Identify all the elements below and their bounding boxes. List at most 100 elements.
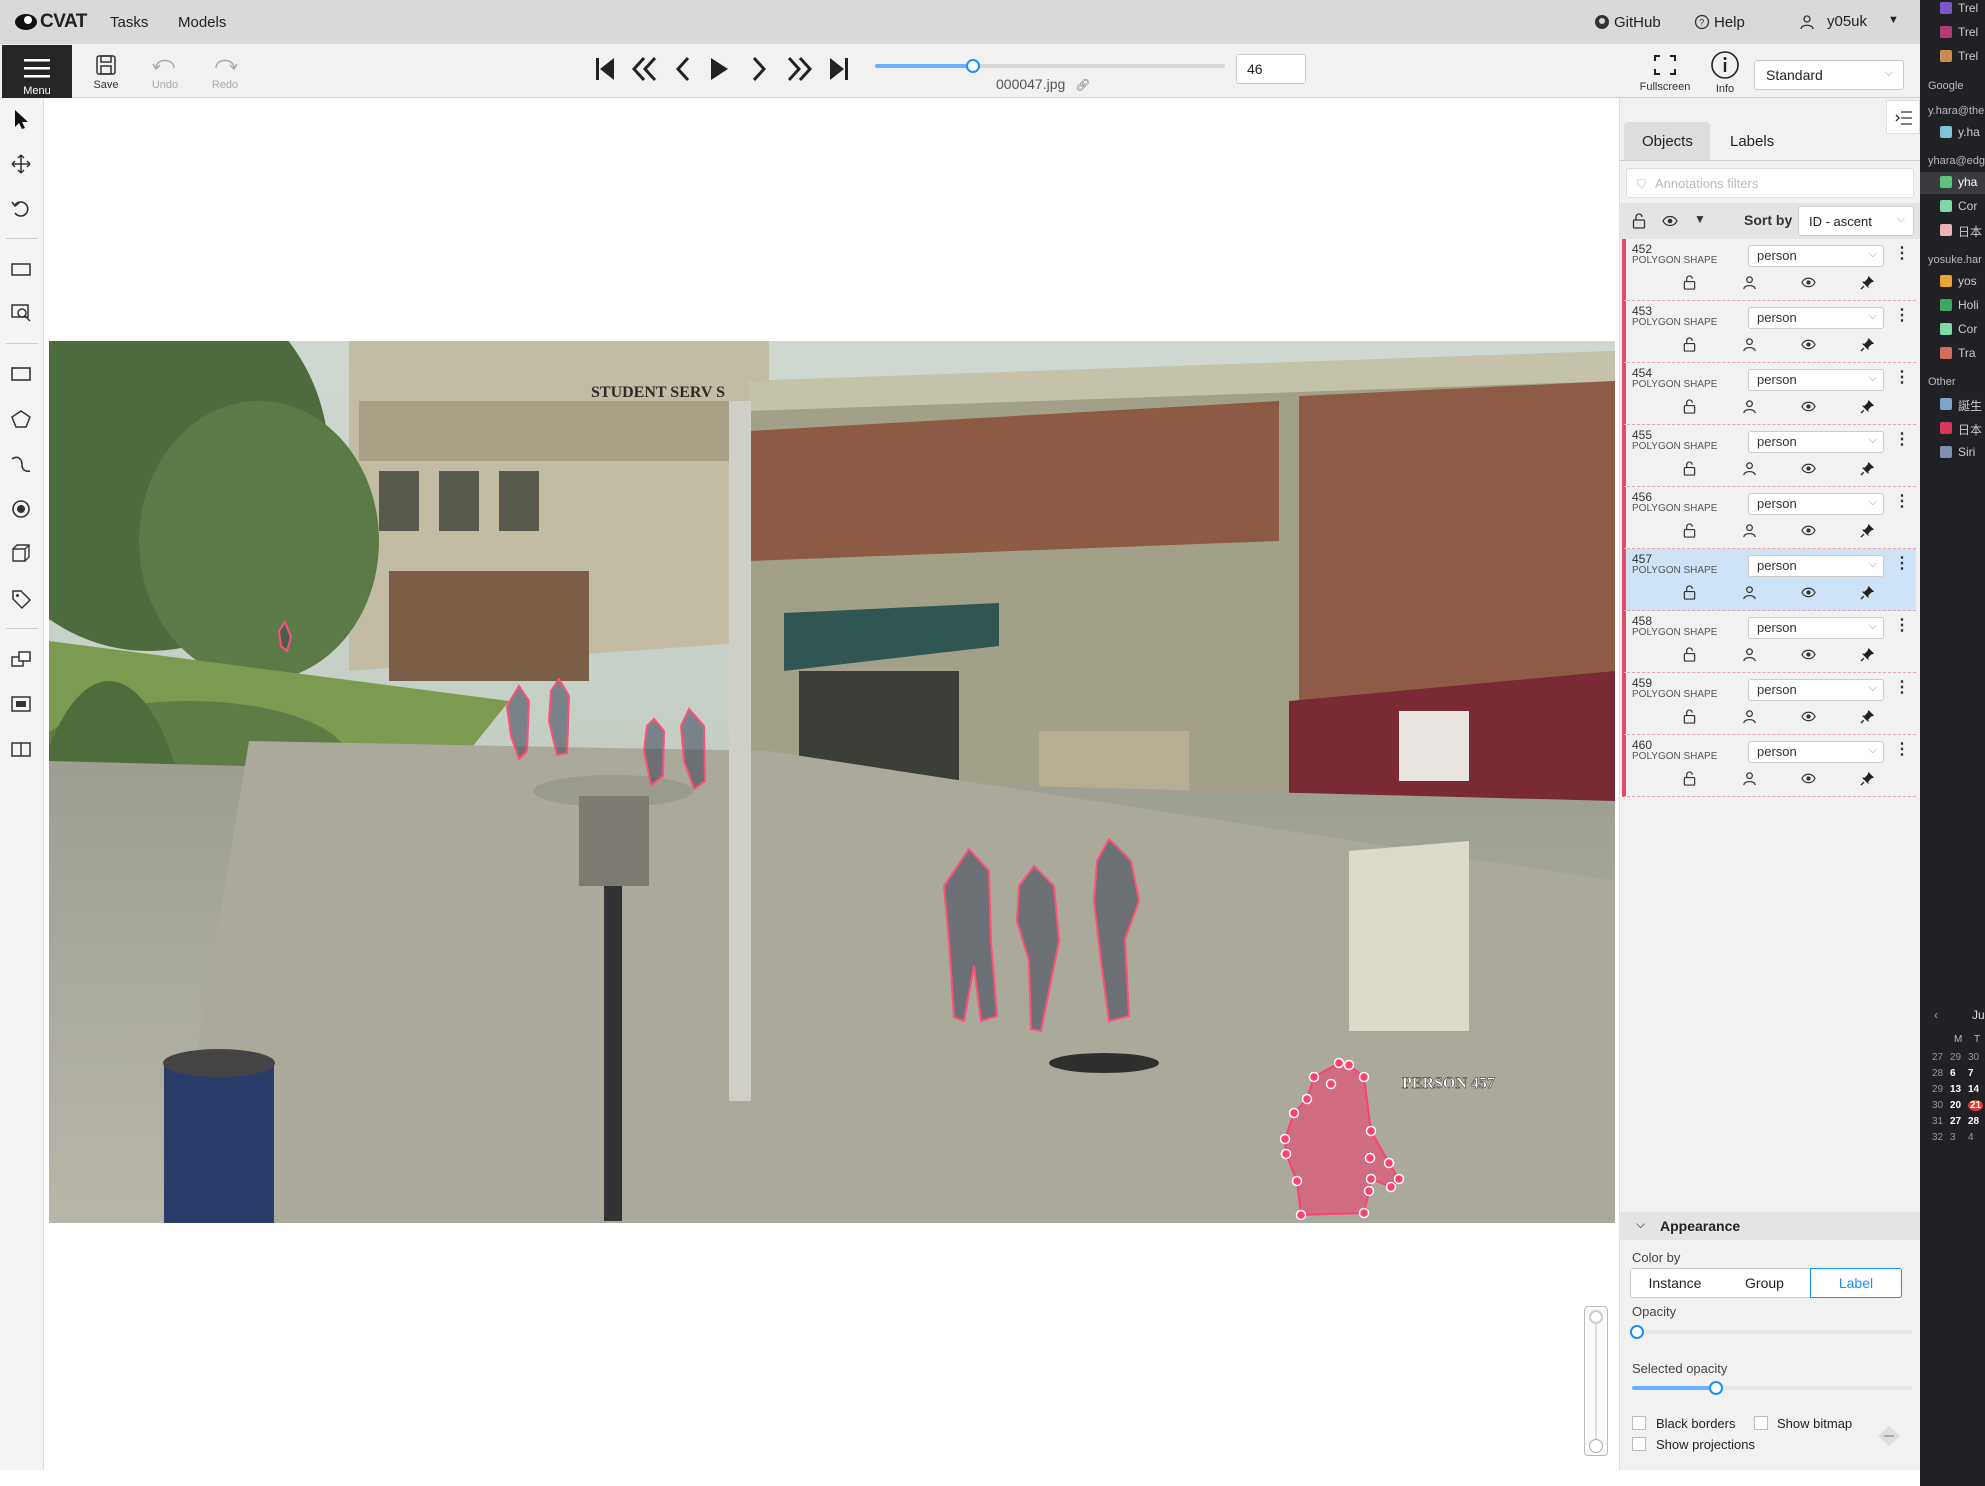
object-item[interactable]: 452 POLYGON SHAPE person ⌵ ⋮: [1622, 239, 1916, 301]
pin-icon[interactable]: [1860, 709, 1876, 725]
frame-number-input[interactable]: 46: [1236, 54, 1306, 84]
calendar-day[interactable]: 30: [1968, 1052, 1979, 1063]
occluded-user-icon[interactable]: [1742, 585, 1758, 601]
calendar-day[interactable]: 20: [1950, 1100, 1961, 1111]
zoom-handle[interactable]: [1589, 1310, 1603, 1324]
eye-all-icon[interactable]: [1662, 214, 1678, 228]
lock-icon[interactable]: [1682, 399, 1698, 415]
object-item[interactable]: 459 POLYGON SHAPE person ⌵ ⋮: [1622, 673, 1916, 735]
pin-icon[interactable]: [1860, 275, 1876, 291]
show-bitmap-checkbox[interactable]: [1754, 1416, 1768, 1430]
calendar-day[interactable]: 27: [1950, 1116, 1961, 1127]
tab-labels[interactable]: Labels: [1714, 122, 1800, 160]
checkbox[interactable]: [1940, 2, 1952, 14]
fast-backward-icon[interactable]: [630, 56, 658, 82]
lock-icon[interactable]: [1682, 523, 1698, 539]
opacity-handle[interactable]: [1630, 1325, 1644, 1339]
calendar-day[interactable]: 21: [1968, 1100, 1984, 1111]
move-tool[interactable]: [10, 153, 34, 177]
more-vertical-icon[interactable]: ⋮: [1894, 677, 1910, 697]
tab-objects[interactable]: Objects: [1624, 122, 1710, 160]
fast-forward-icon[interactable]: [786, 56, 814, 82]
merge-tool[interactable]: [10, 648, 34, 672]
checkbox[interactable]: [1940, 347, 1952, 359]
play-icon[interactable]: [708, 56, 730, 82]
lock-icon[interactable]: [1682, 275, 1698, 291]
object-label-select[interactable]: person ⌵: [1748, 741, 1884, 763]
checkbox[interactable]: [1940, 446, 1952, 458]
more-vertical-icon[interactable]: ⋮: [1894, 367, 1910, 387]
nav-tasks[interactable]: Tasks: [110, 14, 148, 31]
occluded-user-icon[interactable]: [1742, 399, 1758, 415]
lock-icon[interactable]: [1682, 461, 1698, 477]
more-vertical-icon[interactable]: ⋮: [1894, 615, 1910, 635]
undo-button[interactable]: Undo: [149, 54, 181, 91]
feedback-icon[interactable]: [1876, 1424, 1902, 1448]
occluded-user-icon[interactable]: [1742, 275, 1758, 291]
menu-button[interactable]: Menu: [2, 45, 72, 98]
unlock-all-icon[interactable]: [1632, 213, 1646, 229]
occluded-user-icon[interactable]: [1742, 523, 1758, 539]
color-by-group[interactable]: Group: [1719, 1268, 1811, 1298]
more-vertical-icon[interactable]: ⋮: [1894, 429, 1910, 449]
nav-models[interactable]: Models: [178, 14, 226, 31]
checkbox[interactable]: [1940, 323, 1952, 335]
eye-icon[interactable]: [1801, 275, 1817, 291]
object-label-select[interactable]: person ⌵: [1748, 555, 1884, 577]
more-vertical-icon[interactable]: ⋮: [1894, 553, 1910, 573]
calendar-day[interactable]: 3: [1950, 1132, 1956, 1143]
checkbox[interactable]: [1940, 398, 1952, 410]
selected-opacity-handle[interactable]: [1709, 1381, 1723, 1395]
object-item[interactable]: 456 POLYGON SHAPE person ⌵ ⋮: [1622, 487, 1916, 549]
object-item[interactable]: 460 POLYGON SHAPE person ⌵ ⋮: [1622, 735, 1916, 797]
checkbox[interactable]: [1940, 299, 1952, 311]
draw-points-tool[interactable]: [10, 498, 34, 522]
checkbox[interactable]: [1940, 224, 1952, 236]
more-vertical-icon[interactable]: ⋮: [1894, 243, 1910, 263]
pin-icon[interactable]: [1860, 337, 1876, 353]
cursor-tool[interactable]: [10, 108, 34, 132]
object-item[interactable]: 455 POLYGON SHAPE person ⌵ ⋮: [1622, 425, 1916, 487]
pin-icon[interactable]: [1860, 461, 1876, 477]
fit-tool[interactable]: [10, 258, 34, 282]
checkbox[interactable]: [1940, 126, 1952, 138]
more-vertical-icon[interactable]: ⋮: [1894, 305, 1910, 325]
checkbox[interactable]: [1940, 422, 1952, 434]
lock-icon[interactable]: [1682, 771, 1698, 787]
sort-select[interactable]: ID - ascent ⌵: [1798, 206, 1914, 236]
checkbox[interactable]: [1940, 200, 1952, 212]
object-label-select[interactable]: person ⌵: [1748, 307, 1884, 329]
redo-button[interactable]: Redo: [209, 54, 241, 91]
black-borders-checkbox[interactable]: [1632, 1416, 1646, 1430]
calendar-day[interactable]: 4: [1968, 1132, 1974, 1143]
workspace-select[interactable]: Standard ⌵: [1754, 60, 1904, 90]
object-label-select[interactable]: person ⌵: [1748, 679, 1884, 701]
calendar-day[interactable]: 14: [1968, 1084, 1979, 1095]
chevron-left-icon[interactable]: ‹: [1934, 1008, 1938, 1022]
collapse-all-icon[interactable]: ▼: [1694, 212, 1706, 226]
first-frame-icon[interactable]: [594, 56, 616, 82]
calendar-day[interactable]: 29: [1950, 1052, 1961, 1063]
occluded-user-icon[interactable]: [1742, 709, 1758, 725]
opacity-slider[interactable]: [1630, 1325, 1912, 1339]
pin-icon[interactable]: [1860, 585, 1876, 601]
checkbox[interactable]: [1940, 275, 1952, 287]
lock-icon[interactable]: [1682, 647, 1698, 663]
pin-icon[interactable]: [1860, 647, 1876, 663]
previous-frame-icon[interactable]: [674, 56, 692, 82]
eye-icon[interactable]: [1801, 399, 1817, 415]
frame-slider[interactable]: [875, 59, 1225, 73]
zoom-region-tool[interactable]: [10, 301, 34, 325]
object-label-select[interactable]: person ⌵: [1748, 617, 1884, 639]
calendar-day[interactable]: 13: [1950, 1084, 1961, 1095]
lock-icon[interactable]: [1682, 709, 1698, 725]
eye-icon[interactable]: [1801, 461, 1817, 477]
last-frame-icon[interactable]: [828, 56, 850, 82]
eye-icon[interactable]: [1801, 771, 1817, 787]
more-vertical-icon[interactable]: ⋮: [1894, 739, 1910, 759]
appearance-header[interactable]: ⌵ Appearance: [1620, 1212, 1921, 1240]
setup-tag-tool[interactable]: [10, 588, 34, 612]
cvat-logo[interactable]: CVAT: [14, 11, 94, 33]
occluded-user-icon[interactable]: [1742, 461, 1758, 477]
occluded-user-icon[interactable]: [1742, 337, 1758, 353]
